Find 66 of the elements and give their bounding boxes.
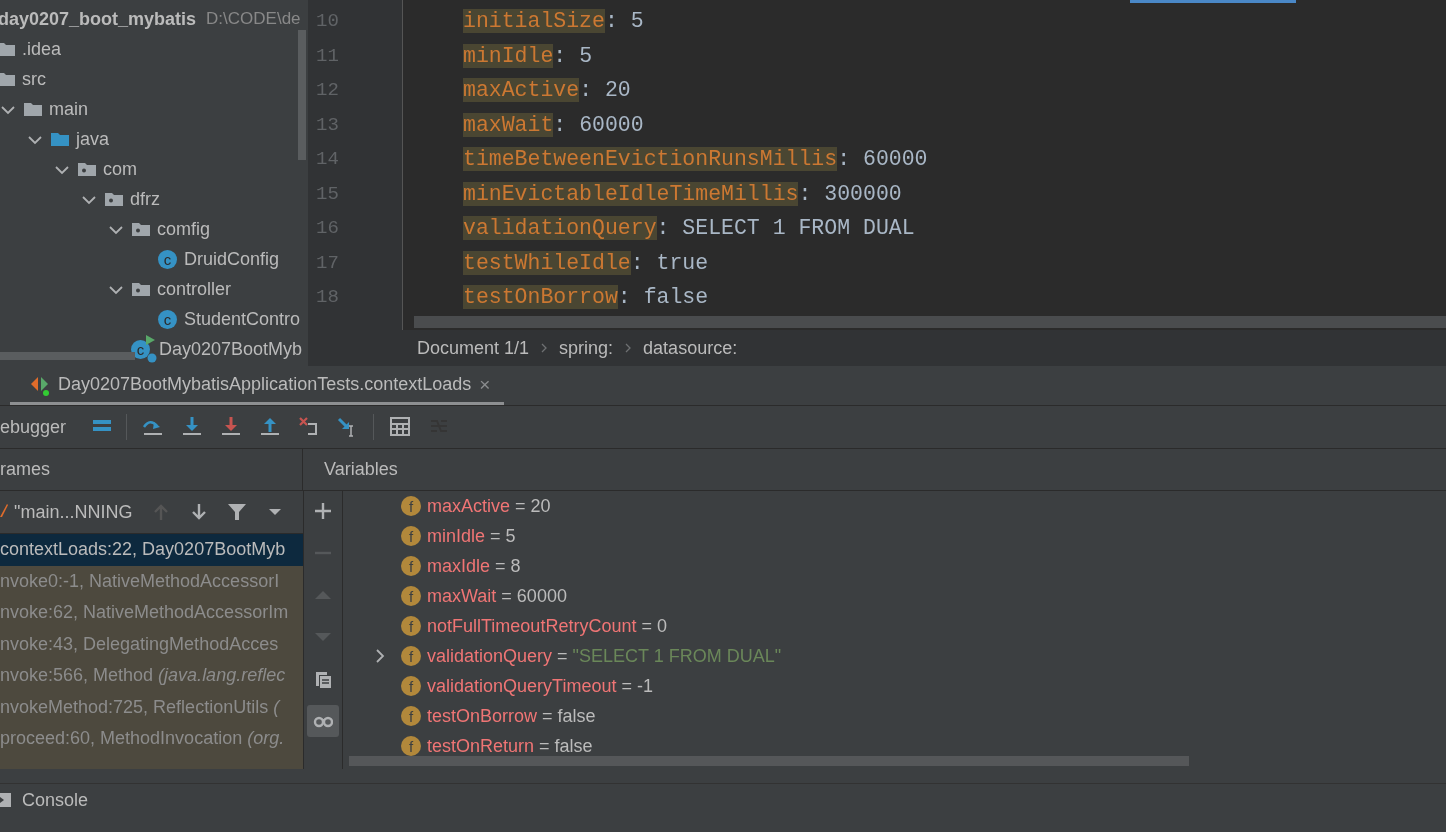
stack-frame[interactable]: contextLoads:22, Day0207BootMyb xyxy=(0,534,303,566)
package-icon xyxy=(104,191,124,207)
tree-item[interactable]: DruidConfig xyxy=(184,248,280,270)
panel-title: rames xyxy=(0,459,50,480)
code-line: testWhileIdle: true xyxy=(463,249,710,277)
class-icon: c xyxy=(158,309,177,329)
tree-item[interactable]: StudentContro xyxy=(184,308,301,330)
variable-entry[interactable]: notFullTimeoutRetryCount = 0 xyxy=(427,615,667,637)
field-icon: f xyxy=(401,646,421,666)
project-path: D:\CODE\de xyxy=(206,9,301,29)
console-tab[interactable]: Console xyxy=(22,789,89,811)
scrollbar[interactable] xyxy=(0,352,135,360)
code-line: timeBetweenEvictionRunsMillis: 60000 xyxy=(463,146,928,173)
panel-title: Variables xyxy=(324,459,398,479)
variable-entry[interactable]: testOnBorrow = false xyxy=(427,705,596,727)
folder-icon xyxy=(0,71,16,87)
tree-item[interactable]: .idea xyxy=(22,38,62,60)
code-line: testOnBorrow: false xyxy=(463,284,710,311)
field-icon: f xyxy=(401,616,421,636)
folder-icon xyxy=(50,131,70,147)
variable-entry[interactable]: testOnReturn = false xyxy=(427,735,593,757)
variable-entry[interactable]: validationQueryTimeout = -1 xyxy=(427,675,653,697)
tree-item[interactable]: Day0207BootMyb xyxy=(159,338,303,360)
scrollbar[interactable] xyxy=(414,316,1446,328)
panel-title: ebugger xyxy=(0,416,67,438)
tree-item[interactable]: src xyxy=(22,68,46,90)
breadcrumb[interactable]: spring: xyxy=(559,337,614,359)
debug-tab[interactable]: Day0207BootMybatisApplicationTests.contextLoads × xyxy=(10,367,505,405)
field-icon: f xyxy=(401,556,421,576)
tab-title: Day0207BootMybatisApplicationTests.contextLoads xyxy=(58,374,472,395)
field-icon: f xyxy=(401,526,421,546)
pencil-icon xyxy=(0,503,8,517)
field-icon: f xyxy=(401,736,421,756)
variable-entry[interactable]: maxActive = 20 xyxy=(427,495,551,517)
code-line: maxWait: 60000 xyxy=(463,111,645,139)
breadcrumb[interactable]: Document 1/1 xyxy=(417,337,530,359)
tree-item[interactable]: java xyxy=(76,128,110,150)
glasses-icon[interactable] xyxy=(307,705,339,737)
variable-entry[interactable]: minIdle = 5 xyxy=(427,525,516,547)
close-icon[interactable]: × xyxy=(479,373,491,396)
package-icon xyxy=(131,281,151,297)
code-line: validationQuery: SELECT 1 FROM DUAL xyxy=(463,215,916,242)
scrollbar[interactable] xyxy=(349,756,1189,766)
package-icon xyxy=(131,221,151,237)
code-line: maxActive: 20 xyxy=(463,77,632,104)
field-icon: f xyxy=(401,496,421,516)
folder-icon xyxy=(0,41,16,57)
breadcrumb[interactable]: datasource: xyxy=(643,337,738,359)
tree-item[interactable]: com xyxy=(103,158,137,180)
code-line: minEvictableIdleTimeMillis: 300000 xyxy=(463,180,903,208)
folder-icon xyxy=(23,101,43,117)
field-icon: f xyxy=(401,586,421,606)
tree-item[interactable]: comfig xyxy=(157,218,210,240)
code-line: minIdle: 5 xyxy=(463,42,594,70)
tree-item[interactable]: controller xyxy=(157,278,232,300)
scrollbar[interactable] xyxy=(298,30,306,160)
code-line: initialSize: 5 xyxy=(463,8,645,35)
field-icon: f xyxy=(401,706,421,726)
field-icon: f xyxy=(401,676,421,696)
tree-item[interactable]: dfrz xyxy=(130,188,160,210)
variable-entry[interactable]: maxWait = 60000 xyxy=(427,585,567,607)
variable-entry[interactable]: validationQuery = "SELECT 1 FROM DUAL" xyxy=(427,645,782,667)
class-icon: c xyxy=(158,249,177,269)
package-icon xyxy=(77,161,97,177)
tree-item[interactable]: main xyxy=(49,98,88,120)
variable-entry[interactable]: maxIdle = 8 xyxy=(427,555,521,577)
